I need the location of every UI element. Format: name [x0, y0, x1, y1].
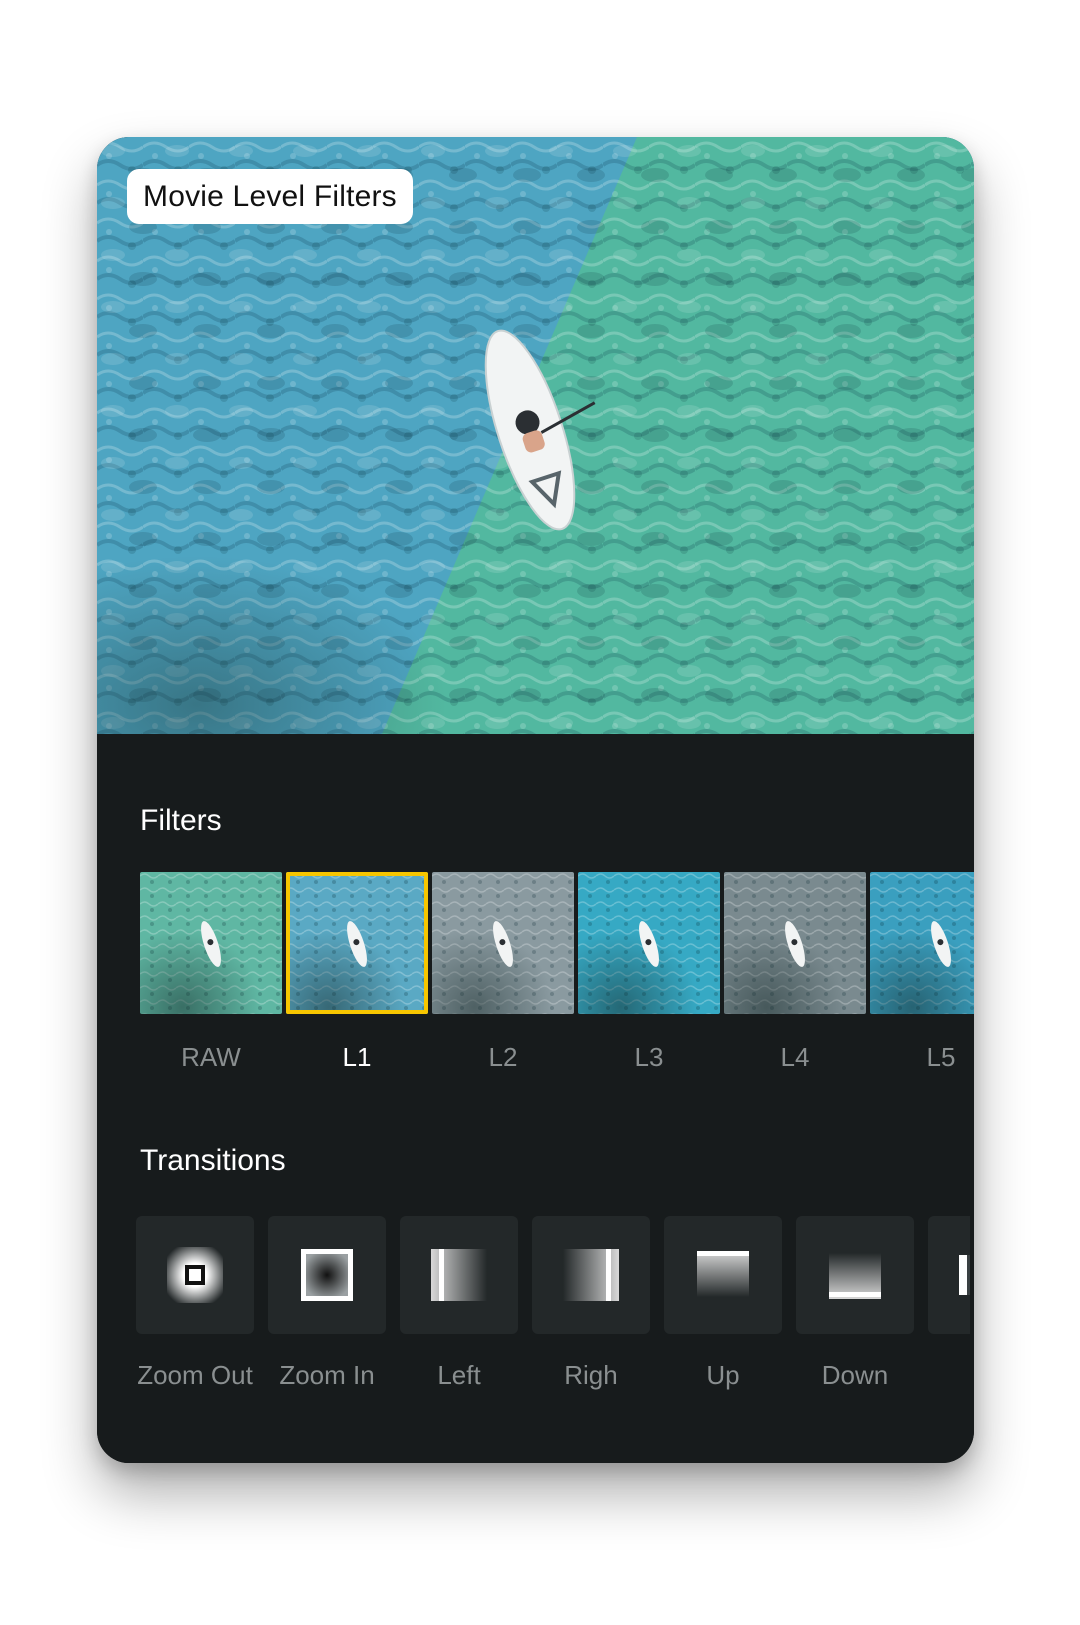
- transition-strip[interactable]: Zoom Out Zoom In Left Righ Up Down: [136, 1216, 970, 1416]
- transition-down[interactable]: Down: [796, 1216, 914, 1391]
- transition-label: Zoom Out: [137, 1360, 253, 1390]
- transition-tile[interactable]: [136, 1216, 254, 1334]
- filter-strip[interactable]: RAW L1 L2 L3 L4 L5: [140, 872, 974, 1092]
- app-frame: Movie Level Filters Filters RAW L1 L2 L3: [97, 137, 974, 1463]
- transition-tile[interactable]: [400, 1216, 518, 1334]
- filter-item-l5[interactable]: L5: [870, 872, 974, 1073]
- filter-label: L2: [488, 1042, 518, 1072]
- zoom-in-icon: [301, 1249, 353, 1301]
- transition-label: Righ: [564, 1360, 618, 1390]
- transition-tile[interactable]: [796, 1216, 914, 1334]
- transition-tile[interactable]: [664, 1216, 782, 1334]
- filter-label: RAW: [181, 1042, 241, 1072]
- filter-thumbnail-raw[interactable]: [140, 872, 282, 1014]
- transition-zoom-in[interactable]: Zoom In: [268, 1216, 386, 1391]
- transition-tile[interactable]: [532, 1216, 650, 1334]
- filter-label: L4: [780, 1042, 810, 1072]
- transition-tile[interactable]: [928, 1216, 970, 1334]
- filters-title: Filters: [140, 804, 222, 837]
- filter-thumbnail-l2[interactable]: [432, 872, 574, 1014]
- transition-label: Left: [437, 1360, 481, 1390]
- transition-dissolve[interactable]: Dis: [928, 1216, 970, 1391]
- filter-item-l1[interactable]: L1: [286, 872, 428, 1073]
- dissolve-icon: [959, 1255, 970, 1295]
- filter-label: L5: [926, 1042, 956, 1072]
- filter-thumbnail-l3[interactable]: [578, 872, 720, 1014]
- transition-left[interactable]: Left: [400, 1216, 518, 1391]
- filter-item-raw[interactable]: RAW: [140, 872, 282, 1073]
- transition-label: Dis: [918, 1360, 970, 1391]
- transition-label: Up: [706, 1360, 740, 1390]
- transition-right[interactable]: Righ: [532, 1216, 650, 1391]
- preview-image: Movie Level Filters: [97, 137, 974, 734]
- transition-tile[interactable]: [268, 1216, 386, 1334]
- filter-thumbnail-l1[interactable]: [286, 872, 428, 1014]
- filter-thumbnail-l5[interactable]: [870, 872, 974, 1014]
- transitions-title: Transitions: [140, 1144, 286, 1177]
- filter-item-l4[interactable]: L4: [724, 872, 866, 1073]
- transition-zoom-out[interactable]: Zoom Out: [136, 1216, 254, 1391]
- wipe-up-icon: [697, 1251, 749, 1297]
- wipe-left-icon: [431, 1249, 487, 1301]
- wipe-right-icon: [563, 1249, 619, 1301]
- filter-label: L1: [342, 1042, 372, 1072]
- transition-label: Down: [821, 1360, 889, 1390]
- title-badge: Movie Level Filters: [127, 169, 413, 224]
- filter-item-l3[interactable]: L3: [578, 872, 720, 1073]
- editor-panel: Filters RAW L1 L2 L3 L4 L5 Transitions Z…: [97, 734, 974, 1463]
- filter-item-l2[interactable]: L2: [432, 872, 574, 1073]
- wipe-down-icon: [829, 1253, 881, 1299]
- zoom-out-icon: [167, 1247, 223, 1303]
- filter-label: L3: [634, 1042, 664, 1072]
- filter-thumbnail-l4[interactable]: [724, 872, 866, 1014]
- transition-up[interactable]: Up: [664, 1216, 782, 1391]
- transition-label: Zoom In: [279, 1360, 375, 1390]
